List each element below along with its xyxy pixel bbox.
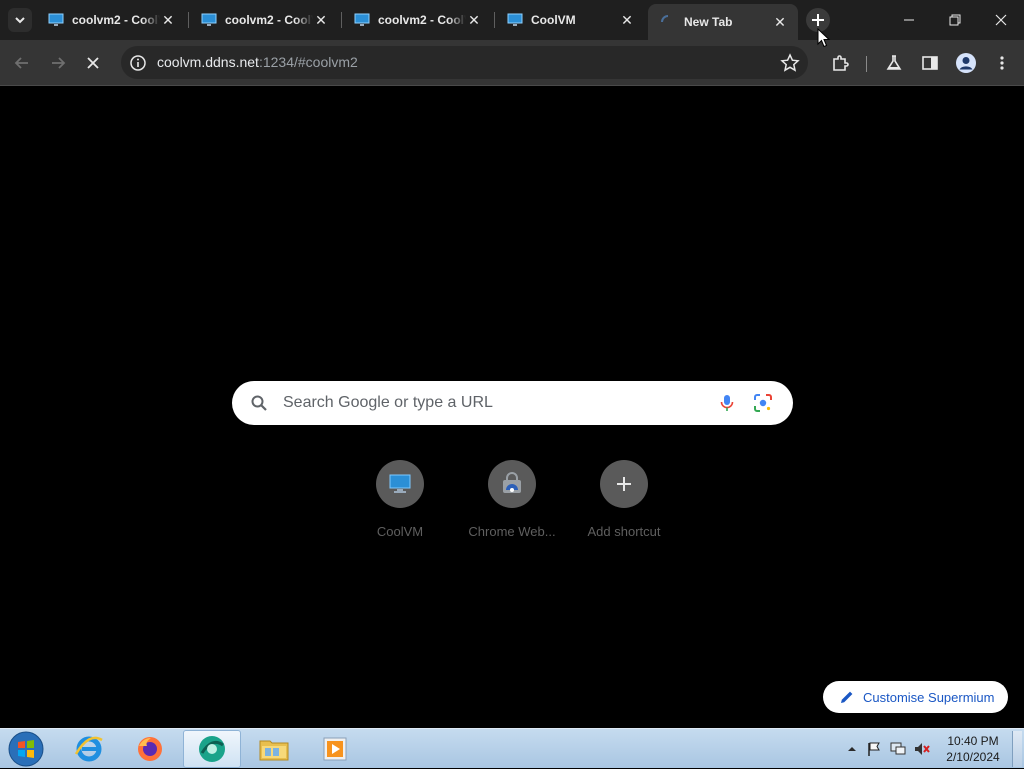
tab-coolvm[interactable]: CoolVM ✕: [495, 0, 645, 40]
microphone-icon[interactable]: [716, 392, 738, 414]
flask-icon: [886, 55, 902, 70]
supermium-icon: [199, 736, 225, 762]
plus-icon: [617, 477, 631, 491]
close-icon: [995, 14, 1007, 26]
clock-date: 2/10/2024: [946, 750, 1000, 764]
profile-button[interactable]: [950, 47, 982, 79]
add-shortcut[interactable]: Add shortcut: [568, 460, 680, 550]
close-icon[interactable]: ✕: [313, 12, 329, 28]
tab-strip: coolvm2 - CoolVM ✕ coolvm2 - CoolVM ✕ co…: [0, 0, 1024, 40]
close-icon: [87, 57, 99, 69]
back-button[interactable]: [6, 47, 38, 79]
windows-logo-icon: [8, 731, 44, 767]
show-hidden-icons-icon[interactable]: [844, 741, 860, 757]
close-icon[interactable]: ✕: [466, 12, 482, 28]
taskbar-media-player[interactable]: [306, 730, 364, 768]
restore-icon: [949, 14, 961, 26]
ntp-search-box[interactable]: Search Google or type a URL: [232, 381, 793, 425]
close-window-button[interactable]: [978, 0, 1024, 40]
close-icon[interactable]: ✕: [772, 14, 788, 30]
customise-label: Customise Supermium: [863, 689, 995, 705]
tab-title: coolvm2 - CoolVM: [72, 13, 160, 27]
monitor-icon: [507, 13, 523, 26]
monitor-icon: [48, 13, 64, 26]
browser-window: coolvm2 - CoolVM ✕ coolvm2 - CoolVM ✕ co…: [0, 0, 1024, 728]
taskbar-supermium[interactable]: [183, 730, 241, 768]
address-bar[interactable]: coolvm.ddns.net:1234/#coolvm2: [121, 46, 808, 79]
tab-title: CoolVM: [531, 13, 576, 27]
shortcut-chrome-web-store[interactable]: Chrome Web...: [456, 460, 568, 550]
labs-button[interactable]: [878, 47, 910, 79]
folder-icon: [259, 740, 289, 761]
chevron-down-icon: [15, 17, 25, 24]
shortcut-tile: [488, 460, 536, 508]
loading-spinner-icon: [661, 15, 669, 23]
tab-new-tab[interactable]: New Tab ✕: [648, 4, 798, 40]
google-lens-icon[interactable]: [752, 392, 774, 414]
site-info-icon[interactable]: [129, 54, 147, 72]
search-placeholder: Search Google or type a URL: [283, 394, 493, 411]
tab-coolvm2-3[interactable]: coolvm2 - CoolVM ✕: [342, 0, 492, 40]
url-text[interactable]: coolvm.ddns.net:1234/#coolvm2: [157, 54, 358, 70]
show-desktop-button[interactable]: [1012, 731, 1022, 767]
minimize-icon: [904, 19, 914, 21]
close-icon[interactable]: ✕: [160, 12, 176, 28]
star-icon[interactable]: [780, 53, 800, 73]
tab-title: coolvm2 - CoolVM: [378, 13, 466, 27]
taskbar-internet-explorer[interactable]: [60, 730, 118, 768]
url-path: :1234/#coolvm2: [258, 54, 358, 70]
menu-button[interactable]: [986, 47, 1018, 79]
forward-button[interactable]: [42, 47, 74, 79]
more-vertical-icon: [1000, 56, 1004, 70]
mouse-cursor-icon: [817, 28, 831, 48]
network-icon[interactable]: [890, 741, 906, 757]
media-player-icon: [323, 737, 347, 761]
side-panel-button[interactable]: [914, 47, 946, 79]
arrow-left-icon: [14, 57, 28, 69]
action-center-flag-icon[interactable]: [866, 741, 882, 757]
avatar-icon: [956, 53, 976, 73]
start-button[interactable]: [6, 730, 46, 768]
taskbar-file-explorer[interactable]: [245, 730, 303, 768]
puzzle-piece-icon: [833, 55, 849, 71]
url-host: coolvm.ddns.net: [157, 54, 259, 70]
stop-loading-button[interactable]: [77, 47, 109, 79]
extensions-button[interactable]: [824, 47, 856, 79]
toolbar-divider: [866, 56, 867, 72]
side-panel-icon: [922, 56, 938, 70]
volume-muted-icon[interactable]: [914, 741, 930, 757]
shortcut-label: Chrome Web...: [468, 524, 556, 539]
tab-coolvm2-2[interactable]: coolvm2 - CoolVM ✕: [189, 0, 339, 40]
pencil-icon: [841, 691, 853, 703]
tab-search-button[interactable]: [8, 8, 32, 32]
monitor-icon: [354, 13, 370, 26]
monitor-icon: [201, 13, 217, 26]
clock[interactable]: 10:40 PM 2/10/2024: [942, 733, 1004, 765]
tab-title: coolvm2 - CoolVM: [225, 13, 313, 27]
chrome-web-store-icon: [503, 472, 521, 493]
tab-coolvm2-1[interactable]: coolvm2 - CoolVM ✕: [36, 0, 186, 40]
restore-button[interactable]: [932, 0, 978, 40]
system-tray: 10:40 PM 2/10/2024: [842, 729, 1024, 769]
minimize-button[interactable]: [886, 0, 932, 40]
shortcut-tile: [600, 460, 648, 508]
tab-title: New Tab: [684, 15, 733, 29]
monitor-icon: [389, 474, 411, 493]
taskbar-firefox[interactable]: [121, 730, 179, 768]
shortcut-tile: [376, 460, 424, 508]
shortcut-coolvm[interactable]: CoolVM: [344, 460, 456, 550]
clock-time: 10:40 PM: [947, 734, 999, 748]
shortcut-label: CoolVM: [376, 524, 424, 539]
firefox-icon: [138, 737, 162, 761]
taskbar: 10:40 PM 2/10/2024: [0, 728, 1024, 768]
customise-button[interactable]: Customise Supermium: [823, 681, 1008, 713]
arrow-right-icon: [52, 57, 66, 69]
close-icon[interactable]: ✕: [619, 12, 635, 28]
internet-explorer-icon: [74, 736, 103, 762]
search-icon: [251, 395, 267, 411]
toolbar: coolvm.ddns.net:1234/#coolvm2: [0, 40, 1024, 86]
plus-icon: [812, 14, 824, 26]
shortcut-label: Add shortcut: [587, 524, 661, 539]
